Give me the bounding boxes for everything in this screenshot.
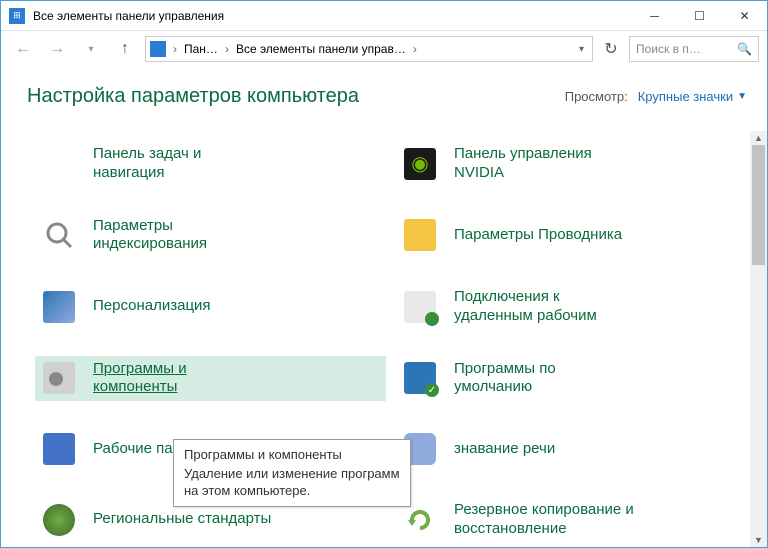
tooltip-body: Удаление или изменение программна этом к… [184, 465, 400, 500]
window-title: Все элементы панели управления [33, 9, 632, 23]
default-programs-icon: ✓ [402, 360, 438, 396]
item-label: Программы икомпоненты [93, 360, 187, 398]
personalization-icon [41, 289, 77, 325]
view-label: Просмотр: [565, 89, 628, 104]
view-selector[interactable]: Крупные значки ▼ [638, 89, 747, 104]
item-indexing-options[interactable]: Параметрыиндексирования [35, 213, 386, 259]
maximize-button[interactable]: ☐ [677, 1, 722, 31]
address-bar[interactable]: › Пан… › Все элементы панели управ… › ▾ [145, 36, 593, 62]
taskbar-icon [41, 146, 77, 182]
item-label: Программы поумолчанию [454, 360, 556, 398]
backup-icon [402, 502, 438, 538]
address-dropdown-button[interactable]: ▾ [575, 44, 588, 55]
item-label: Панель задач инавигация [93, 145, 201, 183]
refresh-button[interactable]: ↻ [599, 37, 623, 61]
window-titlebar: ⊞ Все элементы панели управления ─ ☐ ✕ [1, 1, 767, 31]
navigation-bar: ← → ▾ ↑ › Пан… › Все элементы панели упр… [1, 31, 767, 67]
scroll-thumb[interactable] [752, 145, 765, 265]
globe-icon [41, 502, 77, 538]
nvidia-icon: ◉ [402, 146, 438, 182]
page-title: Настройка параметров компьютера [27, 85, 565, 108]
up-button[interactable]: ↑ [111, 35, 139, 63]
content-header: Настройка параметров компьютера Просмотр… [1, 67, 767, 120]
item-label: Параметрыиндексирования [93, 217, 207, 255]
vertical-scrollbar[interactable]: ▲ ▼ [750, 131, 767, 547]
scroll-down-button[interactable]: ▼ [750, 533, 767, 547]
search-icon: 🔍 [737, 42, 752, 56]
chevron-right-icon[interactable]: › [222, 42, 232, 56]
item-label: Резервное копирование ивосстановление [454, 501, 634, 539]
search-input[interactable]: Поиск в п… 🔍 [629, 36, 759, 62]
back-button[interactable]: ← [9, 35, 37, 63]
item-nvidia-panel[interactable]: ◉ Панель управленияNVIDIA [396, 141, 747, 187]
item-label: Панель управленияNVIDIA [454, 145, 592, 183]
breadcrumb-segment[interactable]: Все элементы панели управ… [236, 42, 406, 56]
breadcrumb-segment[interactable]: Пан… [184, 42, 218, 56]
item-default-programs[interactable]: ✓ Программы поумолчанию [396, 356, 747, 402]
item-label: знавание речи [454, 440, 555, 459]
item-taskbar-nav[interactable]: Панель задач инавигация [35, 141, 386, 187]
remote-desktop-icon [402, 289, 438, 325]
control-panel-icon: ⊞ [9, 8, 25, 24]
scroll-up-button[interactable]: ▲ [750, 131, 767, 145]
chevron-right-icon[interactable]: › [410, 42, 420, 56]
item-label: Параметры Проводника [454, 226, 622, 245]
item-personalization[interactable]: Персонализация [35, 284, 386, 330]
forward-button[interactable]: → [43, 35, 71, 63]
item-explorer-options[interactable]: Параметры Проводника [396, 213, 747, 259]
item-programs-features[interactable]: Программы икомпоненты [35, 356, 386, 402]
close-button[interactable]: ✕ [722, 1, 767, 31]
window-buttons: ─ ☐ ✕ [632, 1, 767, 31]
search-placeholder: Поиск в п… [636, 42, 701, 56]
item-label: Рабочие па [93, 440, 173, 459]
minimize-button[interactable]: ─ [632, 1, 677, 31]
item-remote-desktop[interactable]: Подключения кудаленным рабочим [396, 284, 747, 330]
recent-locations-button[interactable]: ▾ [77, 35, 105, 63]
item-label: Региональные стандарты [93, 510, 271, 529]
item-speech-recognition[interactable]: знавание речи [396, 427, 747, 471]
tooltip-title: Программы и компоненты [184, 446, 400, 464]
folder-options-icon [402, 217, 438, 253]
chevron-right-icon[interactable]: › [170, 42, 180, 56]
item-backup-restore[interactable]: Резервное копирование ивосстановление [396, 497, 747, 543]
chevron-down-icon: ▼ [737, 91, 747, 102]
work-folders-icon [41, 431, 77, 467]
item-label: Персонализация [93, 297, 211, 316]
item-label: Подключения кудаленным рабочим [454, 288, 597, 326]
programs-icon [41, 360, 77, 396]
indexing-icon [41, 217, 77, 253]
view-value: Крупные значки [638, 89, 733, 104]
tooltip: Программы и компоненты Удаление или изме… [173, 439, 411, 507]
location-icon [150, 41, 166, 57]
